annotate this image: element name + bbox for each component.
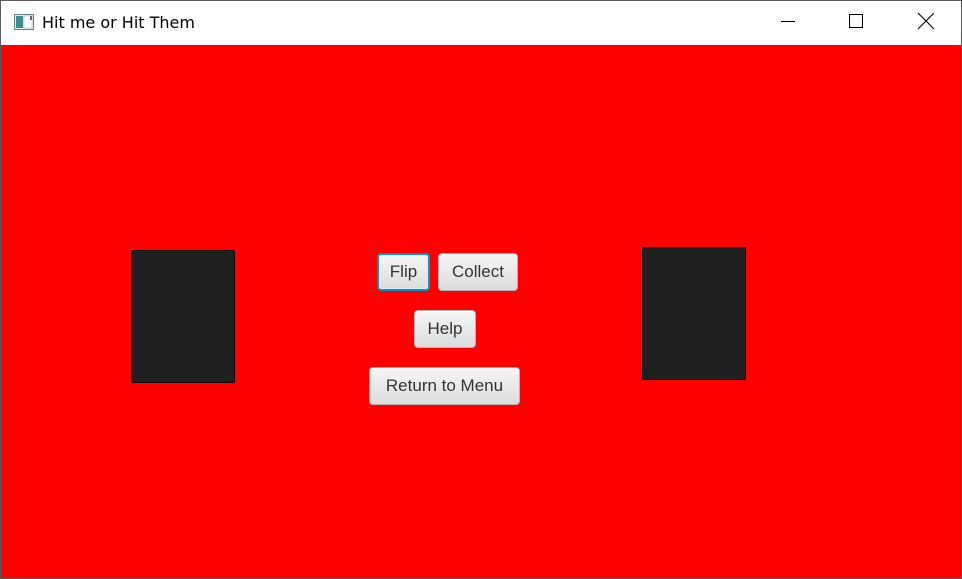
game-table: Flip Collect Help Return to Menu: [1, 45, 961, 578]
player-card-pile: [131, 250, 235, 383]
close-icon: [917, 12, 935, 34]
help-button[interactable]: Help: [414, 310, 476, 348]
return-to-menu-button[interactable]: Return to Menu: [369, 367, 520, 405]
minimize-button[interactable]: [765, 1, 811, 45]
maximize-button[interactable]: [833, 1, 879, 45]
minimize-icon: [780, 13, 796, 33]
app-window-icon: [14, 14, 34, 30]
collect-button[interactable]: Collect: [438, 253, 518, 291]
title-bar[interactable]: Hit me or Hit Them: [1, 1, 961, 45]
maximize-icon: [848, 13, 864, 33]
app-window: Hit me or Hit Them Flip Collect Help Ret…: [0, 0, 962, 579]
close-button[interactable]: [903, 1, 949, 45]
opponent-card-pile: [642, 247, 746, 380]
flip-button[interactable]: Flip: [377, 253, 430, 291]
window-title: Hit me or Hit Them: [42, 13, 195, 32]
